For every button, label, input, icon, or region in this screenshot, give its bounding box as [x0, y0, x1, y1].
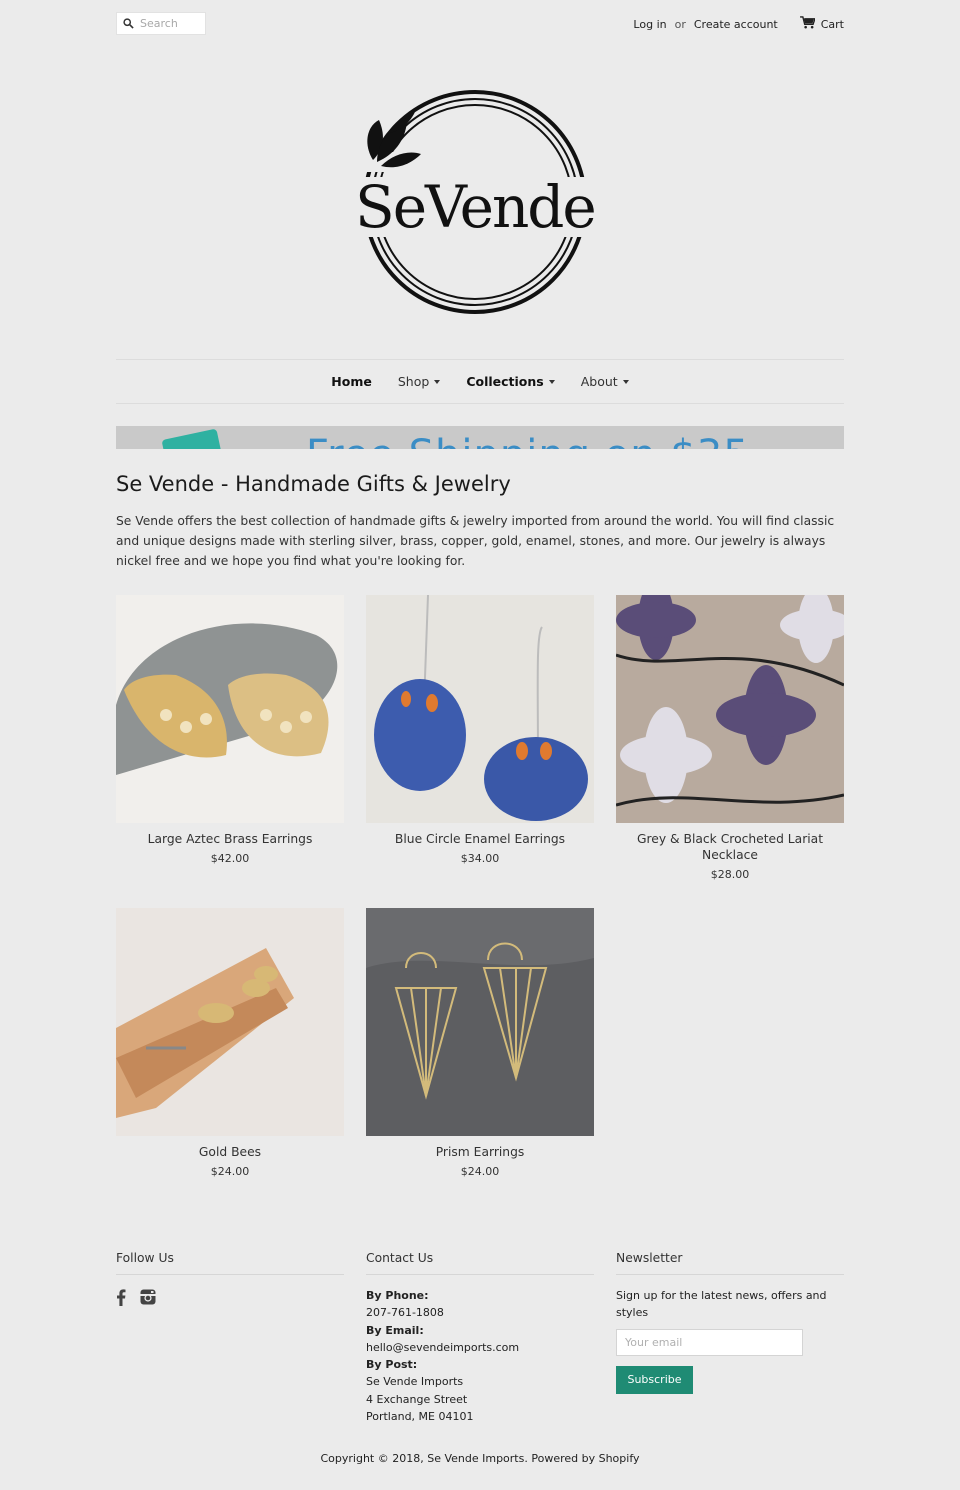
product-price: $42.00 — [210, 852, 250, 865]
create-account-link[interactable]: Create account — [694, 18, 778, 31]
address-line: Se Vende Imports — [366, 1375, 464, 1389]
email-label: By Email: — [366, 1323, 424, 1337]
product-price: $28.00 — [710, 868, 750, 881]
product-price: $24.00 — [460, 1165, 500, 1178]
cart-label: Cart — [820, 17, 844, 31]
product-price: $34.00 — [460, 852, 500, 865]
product-image[interactable] — [616, 595, 844, 823]
product-price: $24.00 — [210, 1165, 250, 1178]
main-nav: Home Shop Collections About — [116, 359, 844, 404]
logo-text: SeVende — [355, 173, 595, 241]
contact-info: By Phone: 207-761-1808 By Email: hello@s… — [366, 1287, 594, 1425]
contact-heading: Contact Us — [366, 1251, 594, 1275]
product-card[interactable]: Blue Circle Enamel Earrings $34.00 — [366, 595, 594, 865]
stamp-icon — [161, 428, 223, 449]
nav-item-about[interactable]: About — [581, 374, 629, 389]
nav-label: Collections — [466, 374, 544, 389]
cart-link[interactable]: Cart — [799, 16, 844, 32]
address-line: Portland, ME 04101 — [366, 1410, 474, 1424]
nav-item-collections[interactable]: Collections — [466, 374, 555, 389]
product-title[interactable]: Blue Circle Enamel Earrings — [366, 831, 594, 847]
nav-label: Shop — [397, 374, 430, 389]
newsletter-heading: Newsletter — [616, 1251, 844, 1275]
search-icon[interactable] — [117, 18, 135, 29]
nav-label: Home — [331, 374, 372, 389]
facebook-icon[interactable] — [116, 1289, 126, 1310]
cart-icon — [799, 16, 816, 32]
nav-item-shop[interactable]: Shop — [397, 374, 441, 389]
footer-follow: Follow Us — [116, 1251, 344, 1310]
subscribe-button[interactable]: Subscribe — [616, 1365, 693, 1394]
or-text: or — [674, 17, 686, 31]
search-box[interactable] — [116, 12, 206, 35]
phone-number[interactable]: 207-761-1808 — [366, 1304, 594, 1321]
phone-label: By Phone: — [366, 1289, 429, 1302]
product-title[interactable]: Grey & Black Crocheted Lariat Necklace — [616, 831, 844, 863]
nav-label: About — [580, 374, 618, 389]
social-links — [116, 1289, 344, 1310]
copyright-text: Copyright © 2018, Se Vende Imports. Powe… — [320, 1452, 640, 1465]
product-image[interactable] — [366, 908, 594, 1136]
caret-down-icon — [622, 379, 629, 384]
intro-text: Se Vende offers the best collection of h… — [116, 514, 835, 568]
account-links: Log in or Create account Cart — [633, 16, 844, 32]
product-title[interactable]: Prism Earrings — [366, 1144, 594, 1160]
product-title[interactable]: Gold Bees — [116, 1144, 344, 1160]
caret-down-icon — [434, 379, 441, 384]
store-logo[interactable]: SeVende — [345, 82, 615, 322]
address-line: 4 Exchange Street — [366, 1392, 468, 1406]
product-title[interactable]: Large Aztec Brass Earrings — [116, 831, 344, 847]
login-link[interactable]: Log in — [633, 18, 666, 31]
product-image[interactable] — [116, 908, 344, 1136]
promo-banner[interactable]: Free Shipping on $35 — [116, 426, 844, 449]
product-card[interactable]: Large Aztec Brass Earrings $42.00 — [116, 595, 344, 865]
product-image[interactable] — [116, 595, 344, 823]
product-card[interactable]: Prism Earrings $24.00 — [366, 908, 594, 1178]
caret-down-icon — [548, 379, 555, 384]
follow-heading: Follow Us — [116, 1251, 344, 1275]
search-input[interactable] — [135, 17, 199, 30]
post-label: By Post: — [366, 1358, 418, 1372]
page-title: Se Vende - Handmade Gifts & Jewelry — [116, 472, 511, 496]
nav-item-home[interactable]: Home — [331, 374, 372, 389]
product-image[interactable] — [366, 595, 594, 823]
instagram-icon[interactable] — [140, 1289, 156, 1310]
product-card[interactable]: Gold Bees $24.00 — [116, 908, 344, 1178]
email-address[interactable]: hello@sevendeimports.com — [366, 1339, 594, 1356]
footer-newsletter: Newsletter Sign up for the latest news, … — [616, 1251, 844, 1394]
newsletter-email-input[interactable] — [616, 1328, 803, 1356]
footer-contact: Contact Us By Phone: 207-761-1808 By Ema… — [366, 1251, 594, 1425]
banner-text: Free Shipping on $35 — [306, 432, 750, 449]
product-card[interactable]: Grey & Black Crocheted Lariat Necklace $… — [616, 595, 844, 881]
newsletter-text: Sign up for the latest news, offers and … — [616, 1289, 827, 1320]
